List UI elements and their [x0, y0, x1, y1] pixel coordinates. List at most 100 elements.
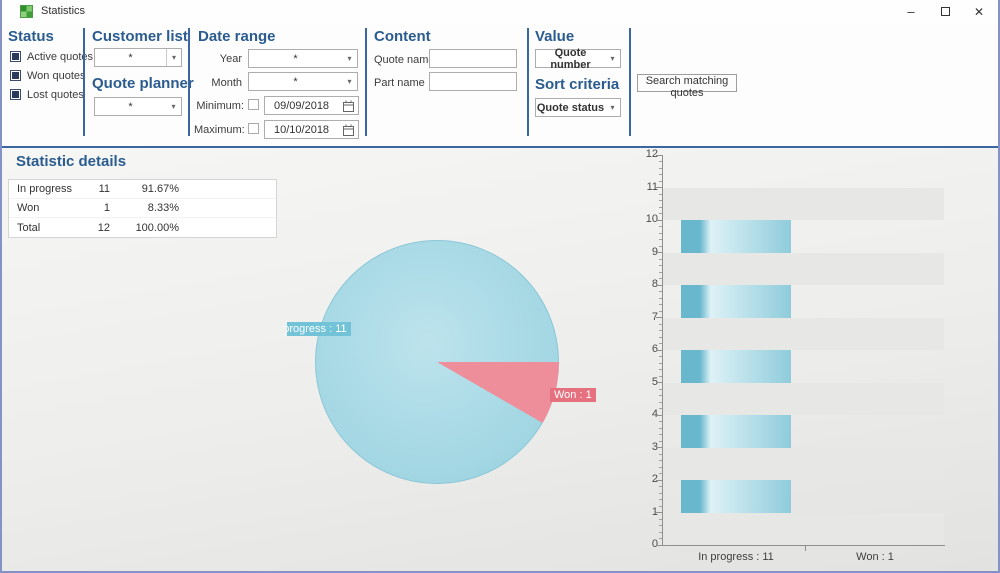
row-count: 12 [89, 222, 110, 234]
interlace-band [663, 513, 944, 546]
x-axis-tick [805, 545, 806, 551]
app-icon [20, 5, 33, 18]
table-row: Total 12 100.00% [9, 218, 276, 237]
chevron-down-icon: ▾ [605, 99, 620, 116]
x-axis [656, 545, 945, 546]
sort-criteria-select[interactable]: Quote status ▾ [535, 98, 621, 117]
year-select[interactable]: * ▾ [248, 49, 358, 68]
lost-quotes-checkbox[interactable] [10, 89, 21, 100]
y-axis-tick-label: 5 [638, 376, 658, 388]
y-axis-tick-label: 3 [638, 441, 658, 453]
pie-chart: In progress : 11 Won : 1 [287, 150, 627, 571]
y-axis-tick-label: 1 [638, 506, 658, 518]
part-name-label: Part name [374, 77, 425, 89]
y-axis-tick-label: 9 [638, 246, 658, 258]
row-percent: 91.67% [110, 183, 179, 195]
search-matching-quotes-button[interactable]: Search matching quotes [637, 74, 737, 92]
close-icon: ✕ [974, 5, 984, 19]
window-title: Statistics [41, 5, 85, 17]
year-label: Year [196, 53, 242, 65]
statistic-details-heading: Statistic details [16, 153, 126, 170]
status-heading: Status [8, 28, 54, 45]
pie-label-in-progress: In progress : 11 [287, 322, 351, 336]
active-quotes-checkbox[interactable] [10, 51, 21, 62]
quote-planner-value: * [95, 101, 166, 113]
date-range-heading: Date range [198, 28, 276, 45]
month-label: Month [196, 77, 242, 89]
quote-planner-heading: Quote planner [92, 75, 194, 92]
content-heading: Content [374, 28, 431, 45]
y-axis-tick-label: 4 [638, 408, 658, 420]
part-name-input[interactable] [429, 72, 517, 91]
separator [188, 28, 190, 136]
chevron-down-icon: ▾ [605, 50, 620, 67]
customer-list-heading: Customer list [92, 28, 188, 45]
chevron-down-icon: ▾ [342, 73, 357, 90]
quote-name-label: Quote name [374, 54, 435, 66]
month-select[interactable]: * ▾ [248, 72, 358, 91]
row-count: 11 [89, 183, 110, 195]
close-button[interactable]: ✕ [962, 0, 996, 23]
interlace-band [663, 383, 944, 416]
quote-name-input[interactable] [429, 49, 517, 68]
y-axis-tick-label: 7 [638, 311, 658, 323]
row-label: Total [9, 222, 89, 234]
x-axis-category-label: Won : 1 [820, 551, 930, 563]
minimum-label: Minimum: [194, 100, 244, 112]
customer-list-value: * [95, 52, 166, 64]
minimum-checkbox[interactable] [248, 99, 259, 110]
maximize-icon [941, 7, 950, 16]
pie-label-won: Won : 1 [550, 388, 596, 402]
separator [83, 28, 85, 136]
maximum-date-field[interactable]: 10/10/2018 [264, 120, 359, 139]
minimize-button[interactable]: – [894, 0, 928, 23]
y-axis-tick-label: 8 [638, 278, 658, 290]
maximum-label: Maximum: [194, 124, 244, 136]
title-bar: Statistics – ✕ [2, 0, 998, 24]
won-quotes-checkbox[interactable] [10, 70, 21, 81]
maximize-button[interactable] [928, 0, 962, 23]
minimum-date-field[interactable]: 09/09/2018 [264, 96, 359, 115]
sort-selected: Quote status [536, 102, 605, 114]
statistic-details-table: In progress 11 91.67% Won 1 8.33% Total … [8, 179, 277, 238]
value-select[interactable]: Quote number ▾ [535, 49, 621, 68]
row-label: Won [9, 202, 89, 214]
separator [629, 28, 631, 136]
statistics-panel: Statistic details In progress 11 91.67% … [2, 148, 998, 571]
y-axis-tick-label: 2 [638, 473, 658, 485]
interlace-band [663, 188, 944, 221]
y-axis-tick-label: 0 [638, 538, 658, 550]
bar-in[interactable] [681, 188, 791, 546]
y-axis-tick-label: 12 [638, 148, 658, 160]
interlace-band [663, 448, 944, 481]
interlace-band [663, 253, 944, 286]
calendar-icon [343, 124, 354, 136]
pie-slice-won[interactable] [315, 240, 559, 484]
minimum-date-value: 09/09/2018 [265, 100, 343, 112]
table-row: Won 1 8.33% [9, 199, 276, 218]
won-quotes-label[interactable]: Won quotes [27, 70, 86, 82]
row-count: 1 [89, 202, 110, 214]
value-selected: Quote number [536, 47, 605, 71]
row-percent: 100.00% [110, 222, 179, 234]
value-heading: Value [535, 28, 574, 45]
separator [527, 28, 529, 136]
y-axis-tick-label: 10 [638, 213, 658, 225]
month-value: * [249, 76, 342, 88]
chevron-down-icon: ▾ [166, 98, 181, 115]
separator [365, 28, 367, 136]
table-row: In progress 11 91.67% [9, 180, 276, 199]
sort-criteria-heading: Sort criteria [535, 76, 619, 93]
row-percent: 8.33% [110, 202, 179, 214]
interlace-band [663, 318, 944, 351]
chevron-down-icon: ▾ [342, 50, 357, 67]
calendar-icon [343, 100, 354, 112]
y-axis-tick-label: 6 [638, 343, 658, 355]
customer-list-select[interactable]: * ▾ [94, 48, 182, 67]
year-value: * [249, 53, 342, 65]
lost-quotes-label[interactable]: Lost quotes [27, 89, 84, 101]
x-axis-category-label: In progress : 11 [681, 551, 791, 563]
quote-planner-select[interactable]: * ▾ [94, 97, 182, 116]
bar-chart: Won : 1In progress : 111211109876543210 [642, 150, 997, 571]
maximum-checkbox[interactable] [248, 123, 259, 134]
